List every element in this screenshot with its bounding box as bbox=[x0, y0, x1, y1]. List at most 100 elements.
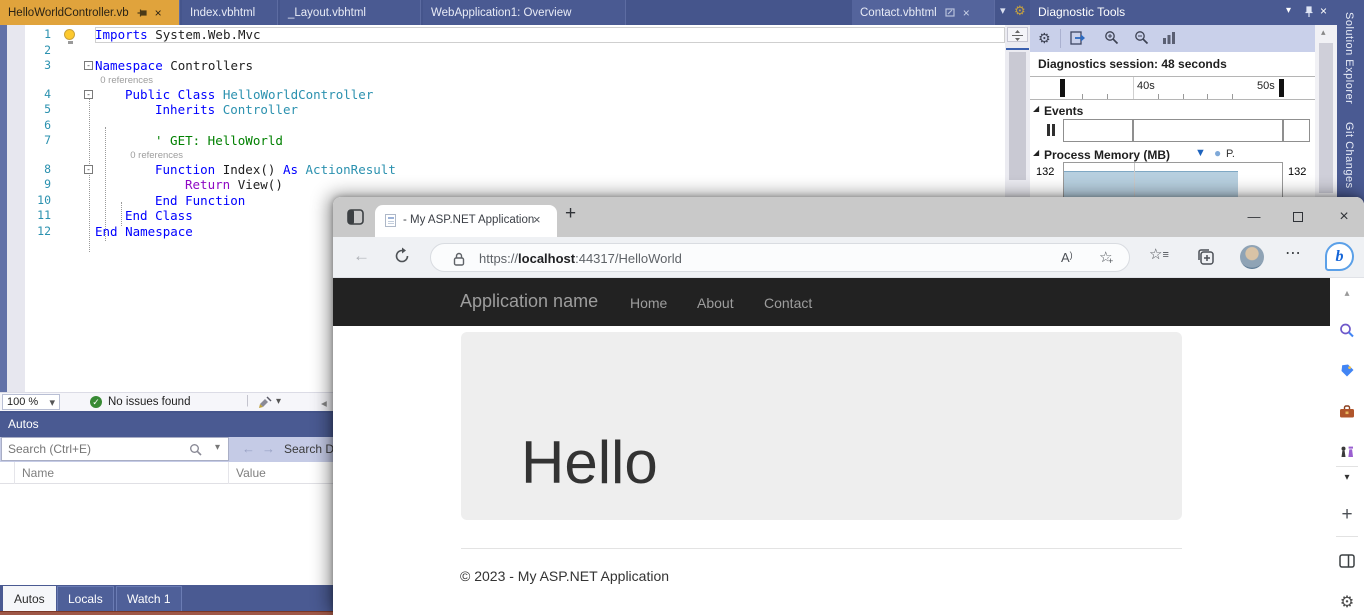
tab-actions-icon[interactable] bbox=[347, 209, 364, 225]
pause-icon[interactable] bbox=[1047, 124, 1050, 136]
fold-collapse-icon[interactable]: - bbox=[84, 90, 93, 99]
close-icon[interactable]: × bbox=[1320, 4, 1327, 18]
window-close-icon[interactable]: × bbox=[1329, 203, 1359, 231]
pin-icon[interactable] bbox=[1304, 6, 1314, 18]
tab-locals[interactable]: Locals bbox=[57, 586, 114, 611]
sidebar-collapse-up-icon[interactable]: ▴ bbox=[1334, 288, 1360, 299]
favorites-list-icon[interactable]: ☆≡ bbox=[1149, 245, 1169, 263]
gear-icon[interactable]: ⚙ bbox=[1038, 30, 1051, 47]
tab-close-icon[interactable]: × bbox=[533, 212, 541, 227]
hscroll-left-arrow-icon[interactable]: ◂ bbox=[321, 396, 327, 410]
tab-solution-explorer[interactable]: Solution Explorer bbox=[1343, 12, 1355, 104]
sidebar-games-icon[interactable] bbox=[1334, 445, 1360, 458]
collapse-triangle-icon[interactable]: ◢ bbox=[1033, 104, 1039, 113]
memory-area-series bbox=[1064, 171, 1238, 200]
profile-avatar[interactable] bbox=[1240, 245, 1264, 269]
sidebar-tools-icon[interactable] bbox=[1334, 404, 1360, 419]
search-icon[interactable] bbox=[189, 443, 202, 456]
sidebar-add-icon[interactable]: + bbox=[1334, 504, 1360, 526]
back-arrow-icon[interactable]: ← bbox=[242, 441, 255, 456]
fold-collapse-icon[interactable]: - bbox=[84, 61, 93, 70]
tab-autos[interactable]: Autos bbox=[3, 586, 56, 611]
tab-helloworldcontroller[interactable]: HelloWorldController.vb × bbox=[0, 0, 180, 25]
issues-status[interactable]: No issues found bbox=[108, 396, 190, 408]
zoom-out-icon[interactable] bbox=[1134, 30, 1149, 45]
pin-icon[interactable] bbox=[137, 8, 147, 18]
code-cleanup-broom-icon[interactable] bbox=[258, 396, 272, 409]
search-input[interactable]: Search (Ctrl+E) ▾ bbox=[1, 437, 229, 461]
pause-icon[interactable] bbox=[1052, 124, 1055, 136]
events-section-label[interactable]: Events bbox=[1044, 104, 1083, 118]
tab-contact-vbhtml[interactable]: Contact.vbhtml × bbox=[852, 0, 995, 25]
diagnostic-tools-titlebar[interactable]: Diagnostic Tools ▾ × bbox=[1030, 0, 1337, 25]
bing-copilot-icon[interactable]: b bbox=[1325, 242, 1354, 271]
scrollbar-thumb[interactable] bbox=[1319, 43, 1333, 193]
code-line[interactable]: 5Inherits Controller bbox=[0, 102, 1005, 118]
gear-icon[interactable]: ⚙ bbox=[1014, 3, 1026, 19]
code-line[interactable]: 1Imports System.Web.Mvc bbox=[0, 27, 1005, 43]
code-line[interactable]: 3-Namespace Controllers bbox=[0, 58, 1005, 74]
navbar-brand[interactable]: Application name bbox=[460, 291, 598, 312]
code-line[interactable]: 7' GET: HelloWorld bbox=[0, 133, 1005, 149]
keep-open-icon[interactable] bbox=[945, 8, 955, 17]
code-line[interactable]: 4-Public Class HelloWorldController bbox=[0, 87, 1005, 103]
code-line[interactable]: 2 bbox=[0, 43, 1005, 59]
timeline-ruler[interactable]: 40s 50s bbox=[1030, 76, 1315, 100]
nav-link-contact[interactable]: Contact bbox=[764, 295, 812, 311]
code-line[interactable]: 8-Function Index() As ActionResult bbox=[0, 162, 1005, 178]
column-divider[interactable] bbox=[228, 462, 229, 484]
column-value[interactable]: Value bbox=[236, 466, 266, 480]
tab-watch1[interactable]: Watch 1 bbox=[116, 586, 182, 611]
read-aloud-icon[interactable]: A) bbox=[1061, 250, 1073, 265]
close-icon[interactable]: × bbox=[155, 6, 162, 20]
chevron-down-icon[interactable]: ▾ bbox=[276, 396, 281, 407]
snapshot-triangle-icon: ▼ bbox=[1195, 147, 1206, 159]
maximize-button[interactable] bbox=[1283, 203, 1313, 231]
url-text[interactable]: https://localhost:44317/HelloWorld bbox=[479, 251, 682, 266]
diagnostic-scrollbar[interactable]: ▴ bbox=[1315, 25, 1337, 200]
scrollbar-thumb[interactable] bbox=[1009, 52, 1026, 180]
export-timeline-icon[interactable] bbox=[1070, 31, 1086, 45]
forward-arrow-icon[interactable]: → bbox=[262, 441, 275, 456]
code-line[interactable]: 6 bbox=[0, 118, 1005, 134]
minimize-button[interactable]: — bbox=[1239, 203, 1269, 231]
window-dropdown-icon[interactable]: ▾ bbox=[1286, 5, 1291, 16]
address-bar[interactable]: https://localhost:44317/HelloWorld A) ☆+ bbox=[430, 243, 1130, 272]
tab-webapplication-overview[interactable]: WebApplication1: Overview bbox=[423, 0, 626, 25]
tab-git-changes[interactable]: Git Changes bbox=[1343, 122, 1355, 189]
scroll-up-icon[interactable]: ▴ bbox=[1321, 27, 1326, 38]
collections-icon[interactable] bbox=[1197, 248, 1215, 266]
fold-collapse-icon[interactable]: - bbox=[84, 165, 93, 174]
back-arrow-icon[interactable]: ← bbox=[353, 246, 370, 266]
browser-tab[interactable]: - My ASP.NET Application × bbox=[375, 205, 557, 237]
lightbulb-icon[interactable] bbox=[64, 29, 75, 40]
new-tab-icon[interactable]: + bbox=[565, 203, 576, 225]
lock-icon[interactable] bbox=[453, 252, 465, 266]
document-well-dropdown-icon[interactable]: ▾ bbox=[1000, 4, 1006, 17]
sidebar-settings-gear-icon[interactable]: ⚙ bbox=[1334, 592, 1360, 612]
zoom-level-dropdown[interactable]: 100 %▾ bbox=[2, 394, 60, 410]
refresh-icon[interactable] bbox=[393, 247, 411, 265]
nav-link-about[interactable]: About bbox=[697, 295, 734, 311]
memory-section-label[interactable]: Process Memory (MB) bbox=[1044, 148, 1170, 162]
zoom-in-icon[interactable] bbox=[1104, 30, 1119, 45]
sidebar-search-icon[interactable] bbox=[1334, 322, 1360, 339]
nav-link-home[interactable]: Home bbox=[630, 295, 667, 311]
codelens-row[interactable]: 0 references bbox=[0, 74, 1005, 87]
add-favorite-star-icon[interactable]: ☆+ bbox=[1099, 248, 1112, 266]
tab-index-vbhtml[interactable]: Index.vbhtml bbox=[182, 0, 278, 25]
settings-menu-dots-icon[interactable]: ⋯ bbox=[1285, 243, 1302, 263]
chart-options-icon[interactable] bbox=[1162, 31, 1176, 44]
collapse-triangle-icon[interactable]: ◢ bbox=[1033, 148, 1039, 157]
sidebar-toggle-icon[interactable] bbox=[1334, 554, 1360, 568]
sidebar-shopping-icon[interactable] bbox=[1334, 363, 1360, 379]
chevron-down-icon[interactable]: ▾ bbox=[215, 442, 220, 453]
column-name[interactable]: Name bbox=[22, 466, 54, 480]
close-icon[interactable]: × bbox=[963, 6, 970, 20]
editor-splitter-handle[interactable] bbox=[1007, 27, 1028, 42]
tab-layout-vbhtml[interactable]: _Layout.vbhtml bbox=[280, 0, 421, 25]
sidebar-collapse-down-icon[interactable]: ▾ bbox=[1334, 472, 1360, 483]
code-line[interactable]: 9Return View() bbox=[0, 177, 1005, 193]
tab-label: WebApplication1: Overview bbox=[431, 7, 571, 19]
codelens-row[interactable]: 0 references bbox=[0, 149, 1005, 162]
